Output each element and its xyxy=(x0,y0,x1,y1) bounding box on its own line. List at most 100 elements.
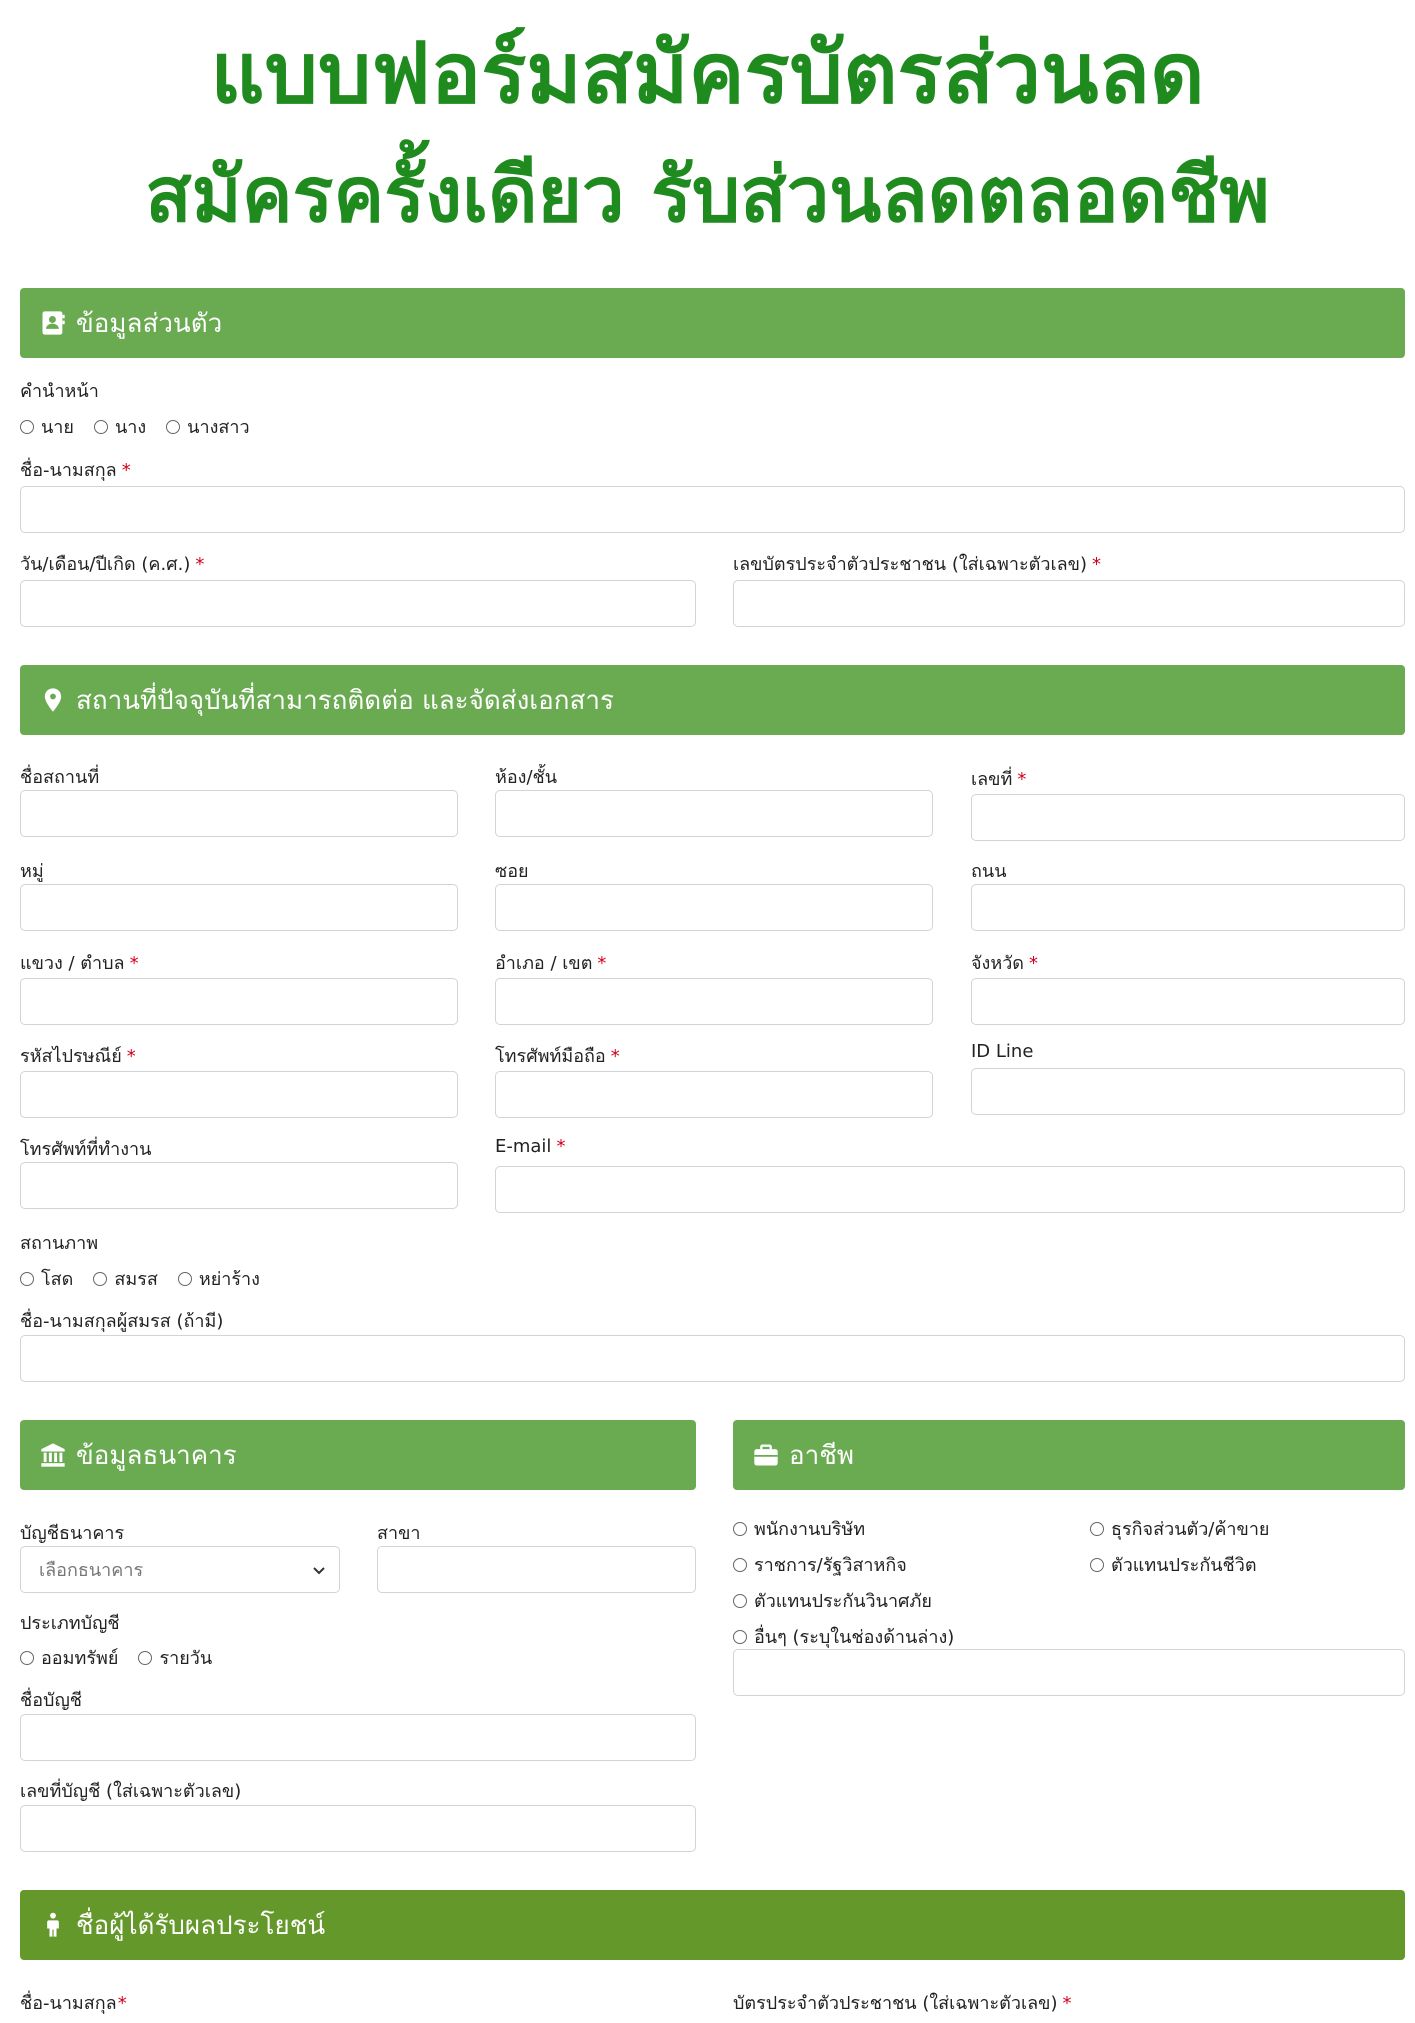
worktel-label: โทรศัพท์ที่ทำงาน xyxy=(20,1139,152,1160)
hero-title: แบบฟอร์มสมัครบัตรส่วนลด xyxy=(210,24,1205,122)
radio-circle[interactable] xyxy=(93,1271,108,1286)
section-bank-header: ข้อมูลธนาคาร xyxy=(20,1420,696,1490)
map-marker-icon xyxy=(38,685,68,715)
spouse-input[interactable] xyxy=(20,1335,1405,1382)
district-input[interactable] xyxy=(495,978,933,1025)
career-option-employee[interactable]: พนักงานบริษัท xyxy=(733,1514,865,1543)
address-book-icon xyxy=(38,308,68,338)
radio-circle[interactable] xyxy=(93,419,108,434)
postcode-label: รหัสไปรษณีย์ * xyxy=(20,1046,136,1067)
radio-circle[interactable] xyxy=(138,1650,153,1665)
moo-label: หมู่ xyxy=(20,861,44,882)
birthdate-input[interactable] xyxy=(20,580,696,627)
title-label: คำนำหน้า xyxy=(20,381,99,402)
status-label: สถานภาพ xyxy=(20,1233,99,1254)
radio-circle[interactable] xyxy=(20,1271,34,1286)
fullname-input[interactable] xyxy=(20,486,1405,533)
title-option-mrs[interactable]: นาง xyxy=(93,412,146,441)
line-id-label: ID Line xyxy=(971,1041,1034,1062)
section-personal-title: ข้อมูลส่วนตัว xyxy=(76,308,223,339)
beneficiary-fullname-label: ชื่อ-นามสกุล* xyxy=(20,1993,127,2014)
account-type-current[interactable]: รายวัน xyxy=(138,1643,212,1672)
account-type-savings[interactable]: ออมทรัพย์ xyxy=(20,1643,118,1672)
place-input[interactable] xyxy=(20,790,458,837)
career-option-nonlife-agent[interactable]: ตัวแทนประกันวินาศภัย xyxy=(733,1586,932,1615)
idcard-input[interactable] xyxy=(733,580,1405,627)
title-option-miss[interactable]: นางสาว xyxy=(166,412,250,441)
bank-select[interactable]: เลือกธนาคาร xyxy=(20,1546,340,1593)
account-no-input[interactable] xyxy=(20,1805,696,1852)
radio-circle[interactable] xyxy=(166,419,181,434)
district-label: อำเภอ / เขต * xyxy=(495,953,607,974)
career-option-life-agent[interactable]: ตัวแทนประกันชีวิต xyxy=(1090,1550,1257,1579)
bank-select-value: เลือกธนาคาร xyxy=(39,1560,144,1581)
radio-circle[interactable] xyxy=(20,419,34,434)
number-input[interactable] xyxy=(971,794,1405,841)
section-address-title: สถานที่ปัจจุบันที่สามารถติดต่อ และจัดส่ง… xyxy=(76,685,614,716)
subdistrict-label: แขวง / ตำบล * xyxy=(20,953,139,974)
radio-circle[interactable] xyxy=(177,1271,192,1286)
account-type-label: ประเภทบัญชี xyxy=(20,1613,120,1634)
account-no-label: เลขที่บัญชี (ใส่เฉพาะตัวเลข) xyxy=(20,1781,242,1802)
branch-label: สาขา xyxy=(377,1523,421,1544)
bank-icon xyxy=(38,1440,68,1470)
line-id-input[interactable] xyxy=(971,1068,1405,1115)
moo-input[interactable] xyxy=(20,884,458,931)
beneficiary-idcard-label: บัตรประจำตัวประชาชน (ใส่เฉพาะตัวเลข) * xyxy=(733,1993,1072,2014)
account-name-label: ชื่อบัญชี xyxy=(20,1690,83,1711)
mobile-label: โทรศัพท์มือถือ * xyxy=(495,1046,620,1067)
chevron-down-icon xyxy=(313,1566,325,1574)
radio-circle[interactable] xyxy=(733,1593,747,1608)
subdistrict-input[interactable] xyxy=(20,978,458,1025)
section-beneficiary-title: ชื่อผู้ได้รับผลประโยชน์ xyxy=(76,1910,326,1941)
briefcase-icon xyxy=(751,1440,781,1470)
room-input[interactable] xyxy=(495,790,933,837)
career-option-business[interactable]: ธุรกิจส่วนตัว/ค้าขาย xyxy=(1090,1514,1269,1543)
radio-circle[interactable] xyxy=(733,1557,747,1572)
province-input[interactable] xyxy=(971,978,1405,1025)
status-radio-group: โสด สมรส หย่าร้าง xyxy=(20,1264,280,1293)
soi-input[interactable] xyxy=(495,884,933,931)
section-personal-header: ข้อมูลส่วนตัว xyxy=(20,288,1405,358)
spouse-label: ชื่อ-นามสกุลผู้สมรส (ถ้ามี) xyxy=(20,1311,224,1332)
email-input[interactable] xyxy=(495,1166,1405,1213)
section-beneficiary-header: ชื่อผู้ได้รับผลประโยชน์ xyxy=(20,1890,1405,1960)
section-address-header: สถานที่ปัจจุบันที่สามารถติดต่อ และจัดส่ง… xyxy=(20,665,1405,735)
status-option-married[interactable]: สมรส xyxy=(93,1264,158,1293)
road-input[interactable] xyxy=(971,884,1405,931)
road-label: ถนน xyxy=(971,861,1007,882)
soi-label: ซอย xyxy=(495,861,529,882)
number-label: เลขที่ * xyxy=(971,769,1027,790)
worktel-input[interactable] xyxy=(20,1162,458,1209)
mobile-input[interactable] xyxy=(495,1071,933,1118)
person-icon xyxy=(38,1910,68,1940)
career-option-other[interactable]: อื่นๆ (ระบุในช่องด้านล่าง) xyxy=(733,1622,954,1651)
radio-circle[interactable] xyxy=(1090,1557,1104,1572)
career-other-input[interactable] xyxy=(733,1649,1405,1696)
section-career-title: อาชีพ xyxy=(789,1440,854,1471)
account-name-input[interactable] xyxy=(20,1714,696,1761)
radio-circle[interactable] xyxy=(1090,1521,1104,1536)
account-type-radio-group: ออมทรัพย์ รายวัน xyxy=(20,1643,232,1672)
birthdate-label: วัน/เดือน/ปีเกิด (ค.ศ.) * xyxy=(20,554,205,575)
title-option-mr[interactable]: นาย xyxy=(20,412,74,441)
radio-circle[interactable] xyxy=(733,1521,747,1536)
radio-circle[interactable] xyxy=(20,1650,34,1665)
email-label: E-mail * xyxy=(495,1136,566,1157)
section-career-header: อาชีพ xyxy=(733,1420,1405,1490)
fullname-label: ชื่อ-นามสกุล * xyxy=(20,460,131,481)
radio-circle[interactable] xyxy=(733,1629,747,1644)
section-bank-title: ข้อมูลธนาคาร xyxy=(76,1440,237,1471)
status-option-divorced[interactable]: หย่าร้าง xyxy=(177,1264,260,1293)
bank-label: บัญชีธนาคาร xyxy=(20,1523,125,1544)
title-radio-group: นาย นาง นางสาว xyxy=(20,412,270,441)
branch-input[interactable] xyxy=(377,1546,696,1593)
hero-subtitle: สมัครครั้งเดียว รับส่วนลดตลอดชีพ xyxy=(145,150,1270,239)
postcode-input[interactable] xyxy=(20,1071,458,1118)
province-label: จังหวัด * xyxy=(971,953,1038,974)
place-label: ชื่อสถานที่ xyxy=(20,767,100,788)
status-option-single[interactable]: โสด xyxy=(20,1264,73,1293)
career-option-government[interactable]: ราชการ/รัฐวิสาหกิจ xyxy=(733,1550,907,1579)
idcard-label: เลขบัตรประจำตัวประชาชน (ใส่เฉพาะตัวเลข) * xyxy=(733,554,1101,575)
room-label: ห้อง/ชั้น xyxy=(495,767,558,788)
